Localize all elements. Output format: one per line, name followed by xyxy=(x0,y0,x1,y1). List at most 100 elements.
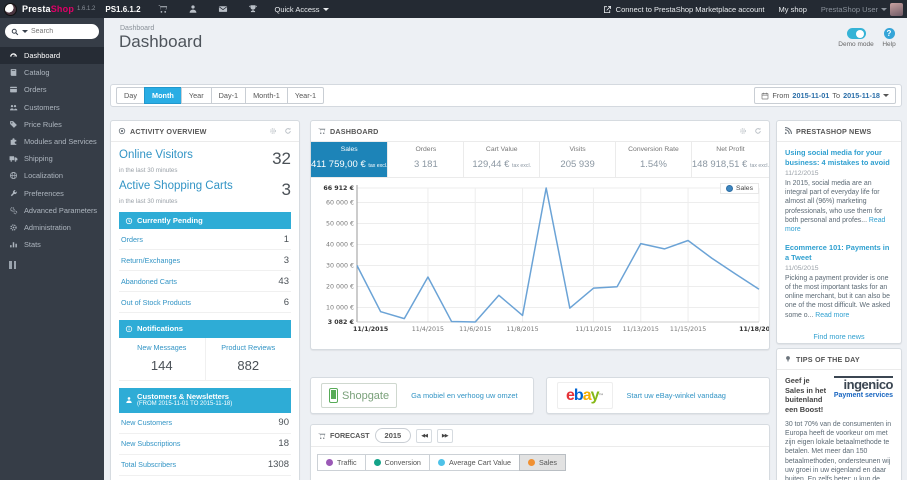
brand-name[interactable]: PrestaShop xyxy=(22,4,74,14)
currently-pending-title: Currently Pending xyxy=(137,216,203,225)
notification-cell: Product Reviews 882 xyxy=(204,337,292,380)
demo-mode-toggle[interactable]: Demo mode xyxy=(838,28,874,48)
sidebar-item-orders[interactable]: Orders xyxy=(0,81,104,98)
sales-line-chart: 3 082 € 10 000 € 20 000 € 30 000 € 40 000 € 5… xyxy=(323,185,769,333)
settings-gear-icon[interactable] xyxy=(739,127,747,135)
sidebar-item-modules[interactable]: Modules and Services xyxy=(0,133,104,150)
svg-text:40 000 €: 40 000 € xyxy=(326,242,354,249)
new-subscriptions-link[interactable]: New Subscriptions xyxy=(121,439,181,448)
next-year-button[interactable]: ▶▶ xyxy=(436,428,453,443)
read-more-link[interactable]: Read more xyxy=(815,312,849,319)
prestashop-logo-icon[interactable] xyxy=(4,2,17,16)
news-article-title-link[interactable]: Ecommerce 101: Payments in a Tweet xyxy=(785,243,893,262)
pending-orders-link[interactable]: Orders xyxy=(121,235,143,244)
series-toggle-conversion[interactable]: Conversion xyxy=(364,454,430,471)
product-reviews-link[interactable]: Product Reviews xyxy=(221,343,275,352)
sidebar-item-advanced-parameters[interactable]: Advanced Parameters xyxy=(0,202,104,219)
news-excerpt-text: In 2015, social media are an integral pa… xyxy=(785,180,883,224)
pending-returns-link[interactable]: Return/Exchanges xyxy=(121,256,180,265)
date-preset-month[interactable]: Month xyxy=(143,87,182,104)
shopgate-logo[interactable]: Shopgate xyxy=(321,383,398,408)
total-subscribers-link[interactable]: Total Subscribers xyxy=(121,460,176,469)
prestashop-dashboard: PrestaShop 1.6.1.2 PS1.6.1.2 Quick Acces… xyxy=(0,0,907,480)
sidebar-item-customers[interactable]: Customers xyxy=(0,99,104,116)
target-icon xyxy=(118,127,126,135)
date-preset-year[interactable]: Year xyxy=(180,87,212,104)
news-article-date: 11/05/2015 xyxy=(785,265,819,273)
search-type-caret-icon[interactable] xyxy=(22,30,28,33)
refresh-icon[interactable] xyxy=(754,127,762,135)
date-preset-year-1[interactable]: Year-1 xyxy=(286,87,325,104)
user-menu[interactable]: PrestaShop User xyxy=(821,2,903,16)
sidebar-item-dashboard[interactable]: Dashboard xyxy=(0,47,104,65)
news-article-title-link[interactable]: Using social media for your business: 4 … xyxy=(785,148,893,167)
kpi-orders[interactable]: Orders 3 181 xyxy=(388,142,465,177)
online-visitors-link[interactable]: Online Visitors xyxy=(119,149,193,161)
sidebar-item-label: Orders xyxy=(24,85,47,95)
new-customers-link[interactable]: New Customers xyxy=(121,418,172,427)
ebay-logo[interactable]: e b a y ™ xyxy=(557,382,613,409)
cart-icon[interactable] xyxy=(155,3,171,15)
refresh-icon[interactable] xyxy=(284,127,292,135)
customers-newsletters-header: Customers & Newsletters (FROM 2015-11-01 … xyxy=(119,387,291,413)
ebay-letter: b xyxy=(573,386,584,404)
sidebar-item-localization[interactable]: Localization xyxy=(0,167,104,184)
date-preset-month-1[interactable]: Month-1 xyxy=(245,87,288,104)
abandoned-carts-value: 43 xyxy=(278,275,289,287)
customers-newsletters-range: (FROM 2015-11-01 TO 2015-11-18) xyxy=(137,401,233,408)
date-preset-day[interactable]: Day xyxy=(116,87,145,104)
top-bar: PrestaShop 1.6.1.2 PS1.6.1.2 Quick Acces… xyxy=(0,0,907,18)
help-label: Help xyxy=(882,41,896,48)
pending-row: Orders 1 xyxy=(119,229,291,251)
kpi-value: 129,44 € xyxy=(472,159,510,170)
active-carts-link[interactable]: Active Shopping Carts xyxy=(119,180,233,192)
out-of-stock-link[interactable]: Out of Stock Products xyxy=(121,298,191,307)
kpi-conversion-rate[interactable]: Conversion Rate 1.54% xyxy=(616,142,692,177)
new-messages-link[interactable]: New Messages xyxy=(137,343,186,352)
sidebar-item-label: Dashboard xyxy=(24,51,61,61)
sidebar-item-price-rules[interactable]: Price Rules xyxy=(0,116,104,133)
abandoned-carts-link[interactable]: Abandoned Carts xyxy=(121,277,177,286)
trophy-icon[interactable] xyxy=(245,3,261,15)
help-button[interactable]: ? Help xyxy=(878,28,900,48)
settings-gear-icon[interactable] xyxy=(269,127,277,135)
find-more-news-link[interactable]: Find more news xyxy=(785,332,893,341)
sidebar-item-shipping[interactable]: Shipping xyxy=(0,150,104,167)
cogs-icon xyxy=(10,206,18,214)
series-toggle-average-cart-value[interactable]: Average Cart Value xyxy=(428,454,520,471)
quick-access-menu[interactable]: Quick Access xyxy=(275,5,329,14)
previous-year-button[interactable]: ◀◀ xyxy=(416,428,432,443)
series-dot-icon xyxy=(528,459,535,466)
clock-icon xyxy=(125,217,133,224)
series-toggle-sales[interactable]: Sales xyxy=(519,454,566,471)
kpi-value: 411 759,00 € xyxy=(311,159,366,170)
svg-text:3 082 €: 3 082 € xyxy=(328,319,354,326)
date-range-picker[interactable]: From 2015-11-01 To 2015-11-18 xyxy=(754,87,896,104)
quick-access-label: Quick Access xyxy=(274,4,320,14)
sidebar-search[interactable] xyxy=(5,24,99,39)
series-toggle-traffic[interactable]: Traffic xyxy=(317,454,366,471)
toggle-on-icon[interactable] xyxy=(846,28,866,39)
sidebar-item-catalog[interactable]: Catalog xyxy=(0,64,104,81)
caret-down-icon xyxy=(322,7,329,11)
customers-topbar-icon[interactable] xyxy=(185,3,201,15)
marketplace-link[interactable]: Connect to PrestaShop Marketplace accoun… xyxy=(603,5,765,14)
kpi-net-profit[interactable]: Net Profit 148 918,51 € tax excl. xyxy=(692,142,769,177)
sidebar-item-stats[interactable]: Stats xyxy=(0,236,104,253)
date-preset-day-1[interactable]: Day-1 xyxy=(210,87,247,104)
sidebar-item-preferences[interactable]: Preferences xyxy=(0,185,104,202)
my-shop-link[interactable]: My shop xyxy=(779,5,807,14)
kpi-label: Conversion Rate xyxy=(628,146,679,153)
shopgate-link[interactable]: Ga mobiel en verhoog uw omzet xyxy=(411,391,517,400)
forecast-year-input[interactable]: 2015 xyxy=(374,428,412,443)
search-input[interactable] xyxy=(31,28,91,35)
ebay-link[interactable]: Start uw eBay-winkel vandaag xyxy=(627,391,726,400)
kpi-cart-value[interactable]: Cart Value 129,44 € tax excl. xyxy=(464,142,541,177)
chart-legend: Sales xyxy=(719,183,759,194)
sidebar-item-administration[interactable]: Administration xyxy=(0,219,104,236)
kpi-sales[interactable]: Sales 411 759,00 € tax excl. xyxy=(311,142,389,177)
activity-panel-header: ACTIVITY OVERVIEW xyxy=(111,121,299,142)
sidebar-collapse-icon[interactable] xyxy=(9,261,104,270)
kpi-visits[interactable]: Visits 205 939 xyxy=(540,142,617,177)
messages-icon[interactable] xyxy=(215,3,231,15)
